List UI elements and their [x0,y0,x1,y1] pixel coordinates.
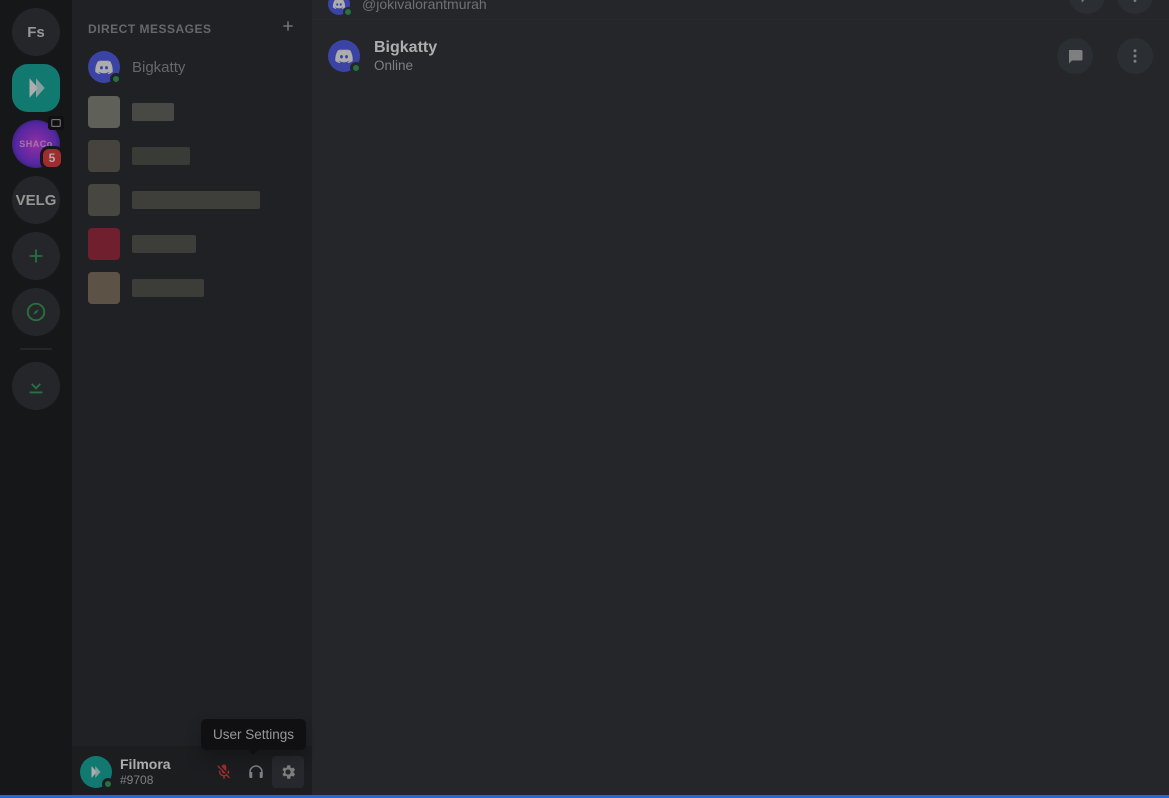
server-sidebar: Fs SHACo 5 VELG [0,0,72,798]
download-apps-button[interactable] [12,362,60,410]
more-button[interactable] [1117,38,1153,74]
user-panel: User Settings Filmora #9708 [72,746,312,798]
more-vertical-icon [1127,0,1143,4]
compass-icon [25,301,47,323]
dm-list: Bigkatty [72,43,312,746]
user-controls [208,756,304,788]
more-vertical-icon [1126,47,1144,65]
gear-icon [279,763,297,781]
message-button[interactable] [1069,0,1105,14]
server-filmora[interactable] [12,64,60,112]
avatar[interactable] [80,756,112,788]
mic-muted-icon [215,763,233,781]
user-info[interactable]: Filmora #9708 [120,756,208,787]
avatar [88,51,120,83]
status-online [110,73,122,85]
message-icon [1066,47,1084,65]
deafen-button[interactable] [240,756,272,788]
filmora-icon [87,763,105,781]
user-settings-button[interactable] [272,756,304,788]
plus-icon [280,18,296,34]
dm-item-redacted[interactable] [80,91,304,133]
dm-item-bigkatty[interactable]: Bigkatty [80,45,304,89]
status-online [102,778,114,790]
download-icon [25,375,47,397]
channel-sidebar: DIRECT MESSAGES Bigkatty User Settings F… [72,0,312,798]
server-velg-label: VELG [16,192,57,209]
streaming-icon [48,116,64,130]
mute-button[interactable] [208,756,240,788]
dm-item-redacted[interactable] [80,179,304,221]
notification-badge: 5 [40,146,64,170]
previous-handle: @jokivalorantmurah [362,0,487,12]
tooltip-user-settings: User Settings [201,719,306,750]
message-button[interactable] [1057,38,1093,74]
server-separator [20,348,52,350]
dm-item-redacted[interactable] [80,135,304,177]
user-name: Filmora [120,756,208,773]
headphones-icon [247,763,265,781]
server-home[interactable]: Fs [12,8,60,56]
dm-item-redacted[interactable] [80,267,304,309]
server-shaco[interactable]: SHACo 5 [12,120,60,168]
status-online [343,7,353,17]
user-tag: #9708 [120,773,208,787]
profile-name: Bigkatty [374,38,437,57]
main-area: @jokivalorantmurah Bigkatty Online [312,0,1169,798]
avatar [328,0,350,15]
message-icon [1079,0,1095,4]
add-server-button[interactable] [12,232,60,280]
plus-icon [25,245,47,267]
dm-item-redacted[interactable] [80,223,304,265]
discover-servers-button[interactable] [12,288,60,336]
profile-header: Bigkatty Online [312,20,1169,93]
dm-header-label: DIRECT MESSAGES [88,22,212,36]
server-home-label: Fs [27,24,45,41]
filmora-icon [23,75,49,101]
server-velg[interactable]: VELG [12,176,60,224]
more-button[interactable] [1117,0,1153,14]
profile-status: Online [374,57,437,75]
dm-name: Bigkatty [132,59,185,76]
previous-item-row: @jokivalorantmurah [312,0,1169,20]
status-online [350,62,362,74]
create-dm-button[interactable] [280,18,296,39]
dm-header: DIRECT MESSAGES [72,0,312,43]
avatar[interactable] [328,40,360,72]
